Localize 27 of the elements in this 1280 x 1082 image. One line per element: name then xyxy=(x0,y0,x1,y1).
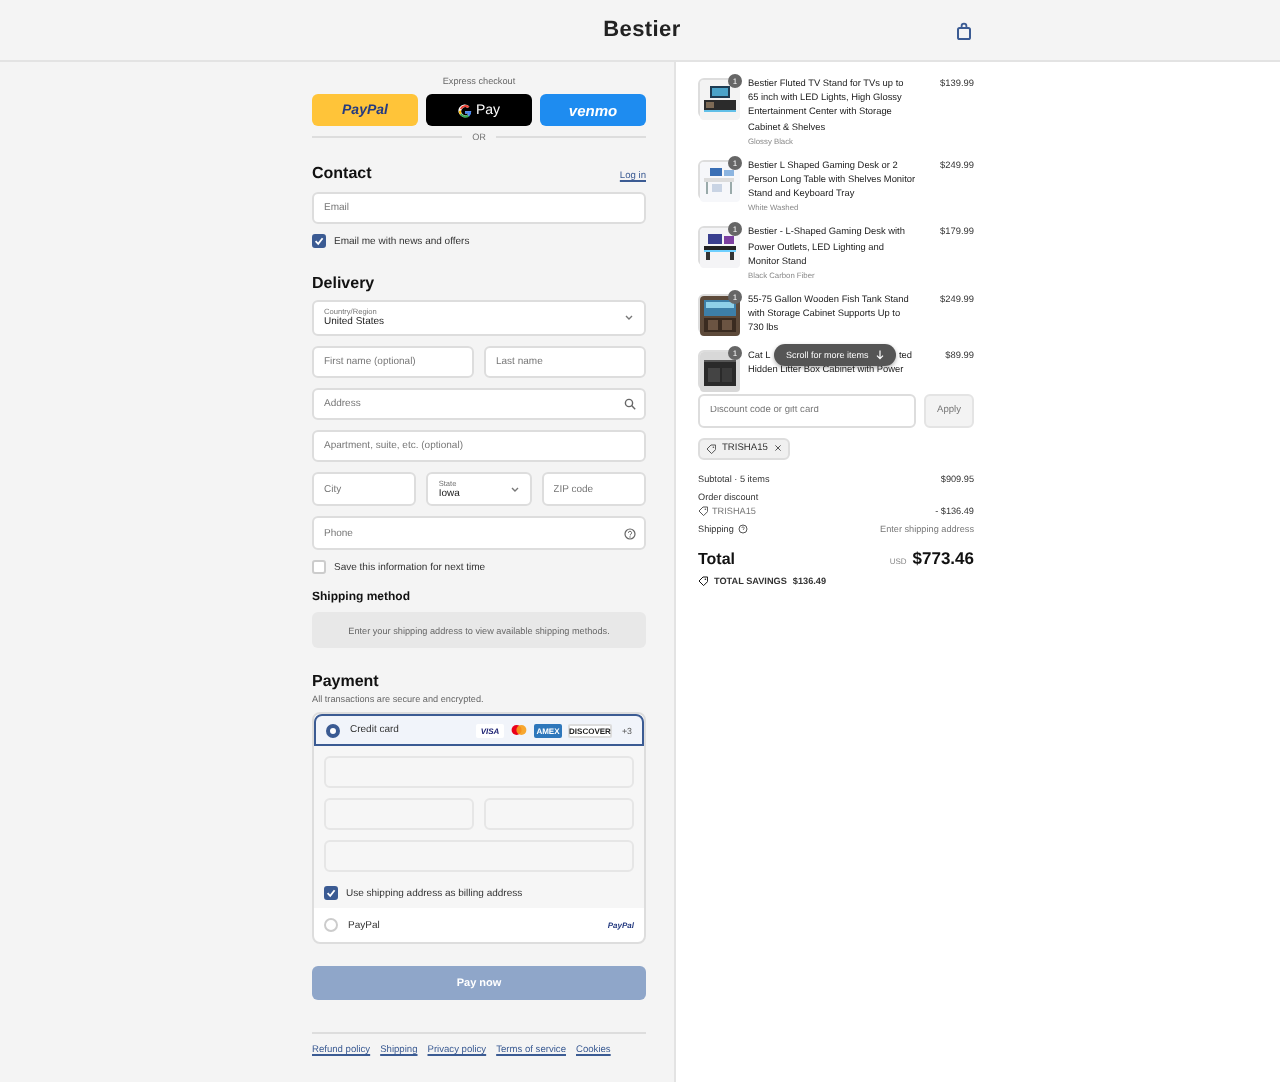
mastercard-icon xyxy=(509,724,528,736)
check-icon xyxy=(326,888,336,898)
total-value: $773.46 xyxy=(912,547,974,568)
help-icon xyxy=(624,527,636,539)
close-icon xyxy=(773,444,782,453)
contact-heading: Contact xyxy=(312,164,372,182)
search-icon xyxy=(624,398,636,410)
tag-icon xyxy=(698,575,708,586)
delivery-heading: Delivery xyxy=(312,274,377,292)
newsletter-checkbox[interactable] xyxy=(312,234,326,248)
cart-button[interactable] xyxy=(956,21,972,39)
tag-icon xyxy=(706,443,716,454)
billing-checkbox[interactable] xyxy=(324,886,338,900)
total-label: Total xyxy=(698,549,736,568)
check-icon xyxy=(314,236,324,246)
google-icon xyxy=(457,103,472,117)
arrow-down-icon xyxy=(876,349,885,360)
paypal-radio[interactable] xyxy=(324,918,338,932)
store-logo: Bestier xyxy=(603,18,681,42)
payment-heading: Payment xyxy=(312,672,381,690)
tag-icon xyxy=(698,505,708,516)
credit-card-radio[interactable] xyxy=(326,723,340,737)
save-info-checkbox[interactable] xyxy=(312,560,326,574)
chevron-down-icon xyxy=(509,485,520,493)
bag-icon xyxy=(956,21,972,39)
chevron-down-icon xyxy=(624,314,634,322)
help-icon xyxy=(737,523,748,534)
